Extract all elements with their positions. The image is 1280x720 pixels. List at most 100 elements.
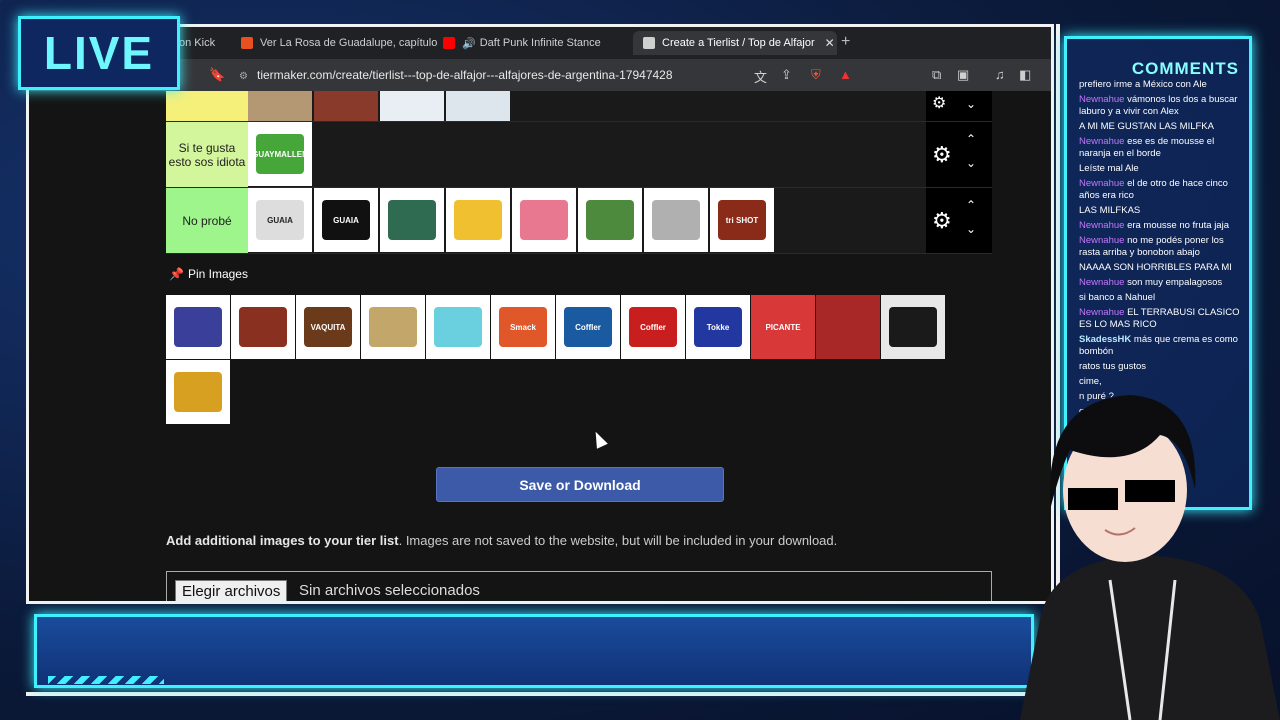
item-label: Coffler [629, 307, 677, 347]
new-tab-button[interactable]: + [841, 33, 850, 51]
chevron-down-icon[interactable]: ⌄ [966, 97, 976, 111]
item-label: Coffler [564, 307, 612, 347]
url-text: tiermaker.com/create/tierlist---top-de-a… [257, 68, 673, 82]
translate-icon[interactable]: 文 [754, 67, 767, 86]
tier-item[interactable] [644, 188, 708, 252]
chat-username: Newnahue [1079, 235, 1128, 246]
tiermaker-page: ⚙ ⌄ Si te gusta esto sos idiota GUAYMALL… [29, 91, 1051, 601]
tier-item[interactable] [512, 188, 576, 252]
tier-controls: ⚙ ⌃ ⌄ [926, 122, 992, 187]
pool-item[interactable] [166, 360, 230, 424]
tier-controls: ⚙ ⌃ ⌄ [926, 188, 992, 253]
tier-label [166, 91, 248, 121]
tier-label: No probé [166, 188, 248, 253]
tab-kick[interactable]: on Kick [179, 31, 227, 55]
decorative-stripes [48, 676, 164, 684]
chat-message: NAAAA SON HORRIBLES PARA MI [1079, 262, 1241, 274]
chat-message: A MI ME GUSTAN LAS MILFKA [1079, 121, 1241, 133]
tier-item-trishot[interactable]: tri SHOT [710, 188, 774, 252]
chat-message: prefiero irme a México con Ale [1079, 79, 1241, 91]
chevron-down-icon[interactable]: ⌄ [966, 222, 976, 236]
tier-item[interactable]: GUAIA [248, 188, 312, 252]
extensions-icon[interactable]: ⧉ [932, 67, 941, 83]
tier-item[interactable] [248, 91, 312, 121]
save-or-download-button[interactable]: Save or Download [436, 467, 724, 502]
tier-item[interactable] [380, 188, 444, 252]
item-label: GUAIA [256, 200, 304, 240]
brave-rewards-icon[interactable]: ▲ [839, 67, 852, 82]
tier-item[interactable] [314, 91, 378, 121]
gear-icon[interactable]: ⚙ [932, 93, 946, 113]
file-upload-box: Elegir archivos Sin archivos seleccionad… [166, 571, 992, 601]
video-icon [241, 37, 253, 49]
item-label: VAQUITA [304, 307, 352, 347]
close-tab-icon[interactable]: ✕ [825, 36, 835, 50]
item-label: PICANTE [759, 307, 807, 347]
pool-item[interactable]: Smack [491, 295, 555, 359]
tab-label: on Kick [179, 37, 216, 49]
pool-row: VAQUITA Smack Coffler Coffler Tokke PICA… [166, 295, 952, 360]
tier-item[interactable] [380, 91, 444, 121]
chat-text: A MI ME GUSTAN LAS MILFKA [1079, 121, 1214, 132]
tier-item[interactable] [446, 91, 510, 121]
chat-text: son muy empalagosos [1127, 277, 1223, 288]
hoodie [1020, 555, 1280, 720]
pool-item[interactable] [881, 295, 945, 359]
live-badge: LIVE [18, 16, 180, 90]
pool-item[interactable]: PICANTE [751, 295, 815, 359]
tier-controls: ⚙ ⌄ [926, 91, 992, 121]
chat-message: Newnahue son muy empalagosos [1079, 277, 1241, 289]
chat-message: SkadessHK más que crema es como bombón [1079, 334, 1241, 358]
chat-username: SkadessHK [1079, 334, 1134, 345]
chat-message: si banco a Nahuel [1079, 292, 1241, 304]
tier-row-1: ⚙ ⌄ [166, 91, 992, 122]
comments-title: COMMENTS [1131, 59, 1239, 78]
choose-files-button[interactable]: Elegir archivos [175, 580, 288, 601]
pool-item[interactable] [426, 295, 490, 359]
pool-item[interactable] [361, 295, 425, 359]
gear-icon[interactable]: ⚙ [932, 208, 952, 234]
site-info-icon[interactable]: ⚙ [239, 67, 249, 87]
tier-item[interactable] [446, 188, 510, 252]
chat-username: Newnahue [1079, 307, 1128, 318]
sidebar-icon[interactable]: ◧ [1019, 67, 1031, 83]
pool-item[interactable]: VAQUITA [296, 295, 360, 359]
pool-row [166, 360, 952, 425]
share-icon[interactable]: ⇪ [781, 67, 792, 83]
pool-item[interactable]: Coffler [556, 295, 620, 359]
pool-item[interactable] [166, 295, 230, 359]
tab-rosa-guadalupe[interactable]: Ver La Rosa de Guadalupe, capítulo 3 [241, 31, 437, 55]
chat-text: Leíste mal Ale [1079, 163, 1139, 174]
gear-icon[interactable]: ⚙ [932, 142, 952, 168]
tab-daft-punk[interactable]: 🔊 Daft Punk Infinite Stance [443, 31, 618, 55]
tier-item[interactable]: GUAIA [314, 188, 378, 252]
tier-row-3: No probé GUAIA GUAIA tri SHOT ⚙ ⌃ ⌄ [166, 188, 992, 254]
chat-message: Leíste mal Ale [1079, 163, 1241, 175]
tab-label: Daft Punk Infinite Stance [479, 37, 601, 49]
media-icon[interactable]: ♫ [995, 67, 1005, 82]
pool-item[interactable] [816, 295, 880, 359]
tier-item-guaymallen[interactable]: GUAYMALLEN [248, 122, 312, 186]
chevron-up-icon[interactable]: ⌃ [966, 198, 976, 212]
chevron-down-icon[interactable]: ⌄ [966, 156, 976, 170]
bookmark-icon[interactable]: 🔖 [209, 67, 225, 83]
tab-tiermaker[interactable]: Create a Tierlist / Top de Alfajor ✕ [633, 31, 837, 55]
pool-item[interactable]: Coffler [621, 295, 685, 359]
tier-item[interactable] [578, 188, 642, 252]
chat-message: Newnahue no me podés poner los rasta arr… [1079, 235, 1241, 259]
screenshot-icon[interactable]: ▣ [957, 67, 969, 83]
pool-item[interactable] [231, 295, 295, 359]
tier-label: Si te gusta esto sos idiota [166, 122, 248, 187]
url-field[interactable]: ⚙ tiermaker.com/create/tierlist---top-de-… [239, 65, 999, 85]
chat-username: Newnahue [1079, 136, 1128, 147]
pool-item[interactable]: Tokke [686, 295, 750, 359]
chat-message: ratos tus gustos [1079, 361, 1241, 373]
tiermaker-icon [643, 37, 655, 49]
brave-shield-icon[interactable]: ⛨ [811, 67, 821, 83]
chat-list: prefiero irme a México con Ale Newnahue v… [1079, 79, 1241, 421]
item-label: Smack [499, 307, 547, 347]
chat-message: Newnahue era mousse no fruta jaja [1079, 220, 1241, 232]
chevron-up-icon[interactable]: ⌃ [966, 132, 976, 146]
tier-row-2: Si te gusta esto sos idiota GUAYMALLEN ⚙… [166, 122, 992, 188]
pin-images-label: Pin Images [187, 267, 248, 281]
